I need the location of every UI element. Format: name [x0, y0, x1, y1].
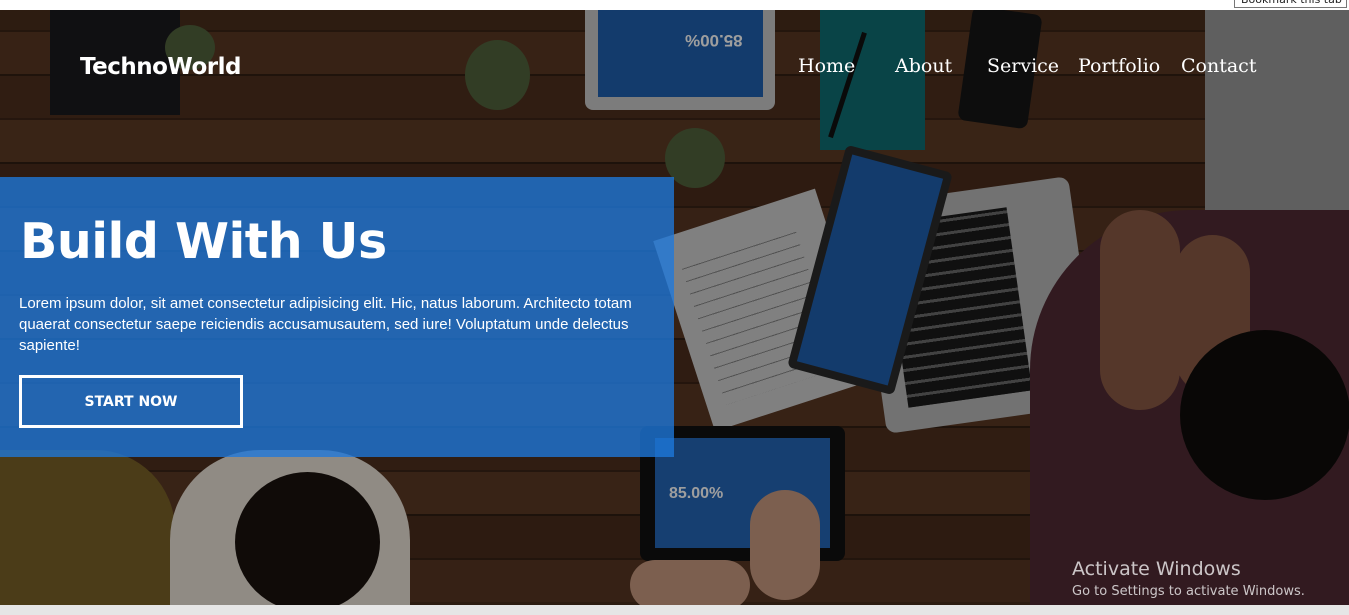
hero-section: 85.00% 85.00% TechnoWorld Home About Ser…: [0, 10, 1349, 605]
watermark-subtitle: Go to Settings to activate Windows.: [1072, 584, 1305, 599]
nav-link-contact[interactable]: Contact: [1181, 55, 1256, 77]
site-logo[interactable]: TechnoWorld: [80, 54, 241, 80]
horizontal-scrollbar[interactable]: [0, 605, 1349, 615]
hero-card: Build With Us Lorem ipsum dolor, sit ame…: [0, 177, 674, 457]
windows-activation-watermark: Activate Windows Go to Settings to activ…: [1072, 558, 1305, 599]
hero-description: Lorem ipsum dolor, sit amet consectetur …: [19, 295, 632, 354]
nav-link-about[interactable]: About: [895, 55, 952, 77]
watermark-title: Activate Windows: [1072, 558, 1241, 580]
bookmark-tooltip: Bookmark this tab: [1234, 0, 1347, 8]
start-now-button[interactable]: START NOW: [19, 375, 243, 428]
nav-link-home[interactable]: Home: [798, 55, 855, 77]
nav-link-service[interactable]: Service: [987, 55, 1059, 77]
hero-title: Build With Us: [20, 213, 387, 270]
nav-link-portfolio[interactable]: Portfolio: [1078, 55, 1160, 77]
